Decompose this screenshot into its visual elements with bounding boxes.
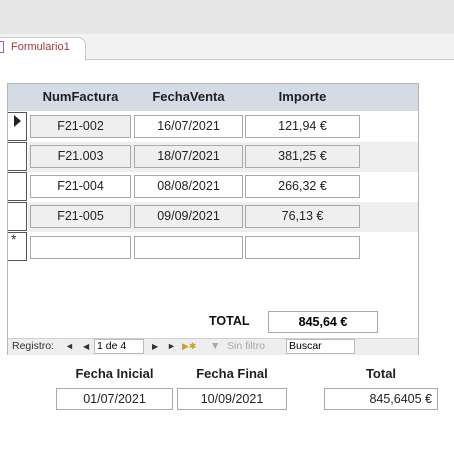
importe-field[interactable]: 121,94 €: [245, 115, 360, 138]
record-selector[interactable]: [8, 202, 27, 231]
numfactura-field[interactable]: F21-004: [30, 175, 131, 198]
total-footer-field[interactable]: 845,6405 €: [324, 388, 438, 410]
importe-field[interactable]: 266,32 €: [245, 175, 360, 198]
fecha-inicial-label: Fecha Inicial: [75, 366, 154, 381]
last-record-icon[interactable]: ►: [167, 340, 176, 353]
form-icon: [0, 41, 4, 53]
new-record-icon: *: [11, 231, 17, 247]
total-label: TOTAL: [209, 314, 250, 328]
numfactura-field[interactable]: F21.003: [30, 145, 131, 168]
importe-field[interactable]: 76,13 €: [245, 205, 360, 228]
tab-label: Formulario1: [11, 41, 70, 53]
record-position-input[interactable]: 1 de 4: [94, 339, 144, 354]
current-record-arrow-icon: [14, 115, 21, 127]
next-record-icon[interactable]: ▶: [152, 340, 158, 353]
filter-status[interactable]: Sin filtro: [227, 340, 265, 353]
fecha-final-label: Fecha Final: [196, 366, 268, 381]
fechaventa-field[interactable]: 09/09/2021: [134, 205, 243, 228]
importe-field[interactable]: 381,25 €: [245, 145, 360, 168]
record-selector[interactable]: [8, 142, 27, 171]
record-selector[interactable]: [8, 172, 27, 201]
fecha-final-field[interactable]: 10/09/2021: [177, 388, 287, 410]
total-value-field[interactable]: 845,64 €: [268, 311, 378, 333]
total-footer-label: Total: [365, 366, 397, 381]
fechaventa-field[interactable]: 08/08/2021: [134, 175, 243, 198]
fecha-inicial-field[interactable]: 01/07/2021: [56, 388, 173, 410]
first-record-icon[interactable]: ◄: [65, 340, 74, 353]
filter-icon[interactable]: ▼: [210, 340, 220, 353]
column-header-numfactura: NumFactura: [42, 89, 119, 104]
fechaventa-field[interactable]: 16/07/2021: [134, 115, 243, 138]
fechaventa-field[interactable]: 18/07/2021: [134, 145, 243, 168]
numfactura-field[interactable]: F21-005: [30, 205, 131, 228]
new-record-nav-icon[interactable]: ▶✱: [182, 340, 196, 353]
previous-record-icon[interactable]: ◀: [83, 340, 89, 353]
column-header-importe: Importe: [278, 89, 327, 104]
ribbon-area: [0, 0, 454, 34]
column-header-fechaventa: FechaVenta: [152, 89, 225, 104]
new-fechaventa-field[interactable]: [134, 236, 243, 259]
navigator-label: Registro:: [12, 340, 55, 352]
new-importe-field[interactable]: [245, 236, 360, 259]
search-input[interactable]: Buscar: [286, 339, 355, 354]
new-numfactura-field[interactable]: [30, 236, 131, 259]
numfactura-field[interactable]: F21-002: [30, 115, 131, 138]
